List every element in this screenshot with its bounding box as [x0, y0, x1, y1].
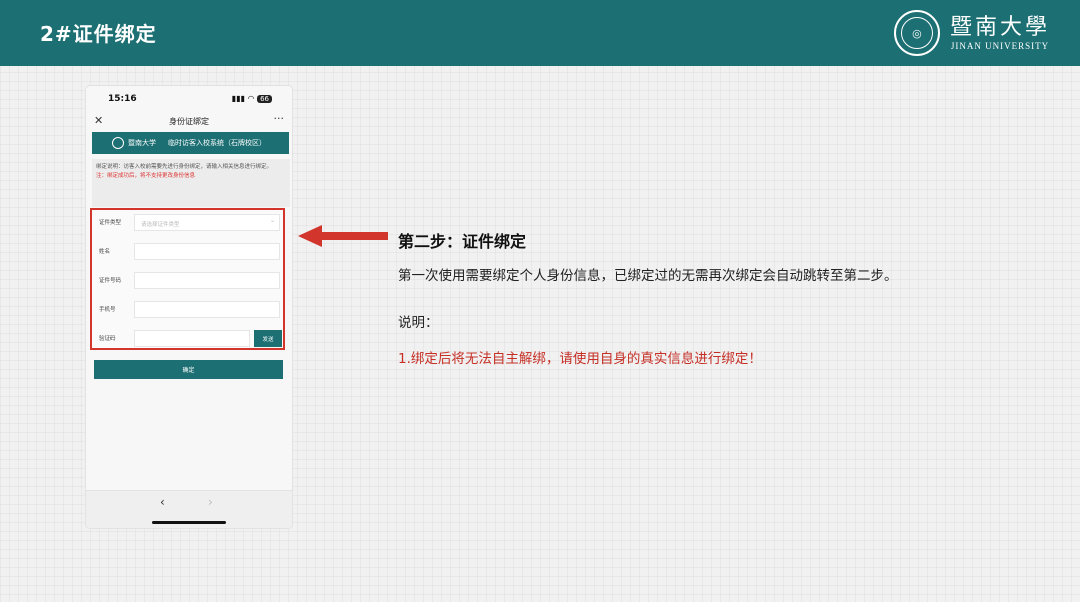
status-time: 15:16	[108, 94, 137, 104]
forward-icon[interactable]: ›	[208, 495, 213, 509]
id-type-row: 证件类型 请选择证件类型 ⌄	[92, 212, 283, 232]
id-number-label: 证件号码	[99, 278, 122, 284]
notice-warning: 注：绑定成功后，将不支持更改身份信息	[96, 173, 196, 179]
id-type-select[interactable]: 请选择证件类型	[134, 214, 280, 231]
send-code-button[interactable]: 发送	[254, 330, 282, 347]
phone-label: 手机号	[99, 307, 116, 313]
banner-seal-icon	[112, 137, 124, 149]
pointer-arrow-icon	[298, 225, 388, 247]
banner-university-name: 暨南大学	[128, 139, 156, 147]
home-indicator	[152, 521, 226, 524]
mini-program-navbar: ✕ 身份证绑定 ···	[86, 112, 292, 132]
confirm-button[interactable]: 确定	[94, 360, 283, 379]
banner-system-name: 临时访客入校系统（石牌校区）	[168, 139, 266, 147]
note-label: 说明：	[398, 315, 439, 331]
name-input[interactable]	[134, 243, 280, 260]
binding-form-highlight: 证件类型 请选择证件类型 ⌄ 姓名 证件号码 手机号 验证码 发送	[90, 208, 285, 350]
notice-text: 绑定说明：访客入校前需要先进行身份绑定，请输入相关信息进行绑定。	[96, 164, 273, 170]
chevron-down-icon: ⌄	[269, 217, 275, 224]
header-bar: 2#证件绑定 ◎ 暨南大學 JINAN UNIVERSITY	[0, 0, 1080, 66]
name-label: 姓名	[99, 249, 111, 255]
page-title: 2#证件绑定	[40, 22, 157, 46]
back-icon[interactable]: ‹	[160, 495, 165, 509]
nav-title: 身份证绑定	[169, 117, 209, 126]
status-icons: ▮▮▮ ◠ 66	[232, 94, 272, 103]
status-bar: 15:16 ▮▮▮ ◠ 66	[86, 86, 292, 112]
university-logo: ◎ 暨南大學 JINAN UNIVERSITY	[893, 8, 1050, 58]
system-banner: 暨南大学 临时访客入校系统（石牌校区）	[92, 132, 289, 154]
phone-input[interactable]	[134, 301, 280, 318]
browser-bottom-bar: ‹ ›	[86, 490, 292, 528]
phone-row: 手机号	[92, 299, 283, 319]
code-input[interactable]	[134, 330, 250, 347]
step-description: 第一次使用需要绑定个人身份信息，已绑定过的无需再次绑定会自动跳转至第二步。	[398, 268, 898, 284]
phone-screenshot: 15:16 ▮▮▮ ◠ 66 ✕ 身份证绑定 ··· 暨南大学 临时访客入校系统…	[86, 86, 292, 528]
note-warning-text: 1.绑定后将无法自主解绑，请使用自身的真实信息进行绑定！	[398, 351, 762, 367]
code-row: 验证码 发送	[92, 328, 283, 348]
id-number-input[interactable]	[134, 272, 280, 289]
id-type-label: 证件类型	[99, 220, 122, 226]
code-label: 验证码	[99, 336, 116, 342]
university-seal-icon: ◎	[893, 10, 940, 56]
binding-notice: 绑定说明：访客入校前需要先进行身份绑定，请输入相关信息进行绑定。 注：绑定成功后…	[92, 159, 290, 207]
more-icon[interactable]: ···	[274, 112, 285, 125]
id-number-row: 证件号码	[92, 270, 283, 290]
university-name-cn: 暨南大學	[949, 15, 1050, 40]
university-name-en: JINAN UNIVERSITY	[950, 41, 1050, 51]
step-title: 第二步：证件绑定	[398, 232, 527, 251]
battery-icon: 66	[257, 95, 272, 103]
name-row: 姓名	[92, 241, 283, 261]
